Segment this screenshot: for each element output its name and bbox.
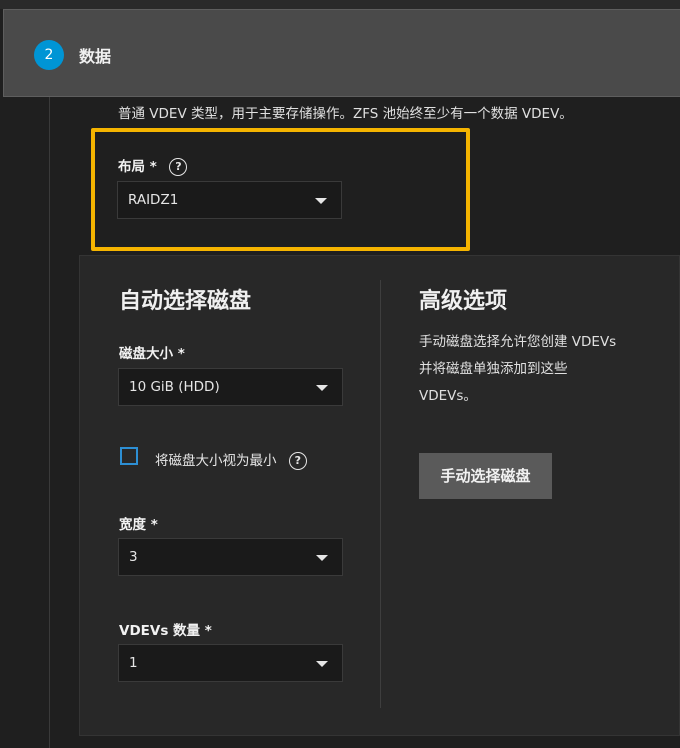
manual-disk-select-button[interactable]: 手动选择磁盘 bbox=[419, 453, 552, 499]
help-icon[interactable]: ? bbox=[288, 452, 307, 470]
width-label: 宽度 * bbox=[119, 517, 158, 533]
step-number-badge: 2 bbox=[34, 40, 64, 70]
layout-label: 布局 * ? bbox=[118, 155, 188, 176]
advanced-text-line: VDEVs。 bbox=[419, 388, 477, 404]
disk-size-label: 磁盘大小 * bbox=[119, 346, 185, 362]
page-top-border bbox=[0, 0, 680, 9]
step-description: 普通 VDEV 类型，用于主要存储操作。ZFS 池始终至少有一个数据 VDEV。 bbox=[118, 106, 573, 122]
advanced-title: 高级选项 bbox=[419, 289, 508, 314]
disk-size-select[interactable]: 10 GiB (HDD) bbox=[118, 368, 343, 406]
chevron-down-icon bbox=[316, 385, 328, 391]
chevron-down-icon bbox=[315, 198, 327, 204]
panel-divider bbox=[380, 280, 381, 708]
treat-min-checkbox[interactable] bbox=[120, 447, 138, 465]
disk-size-select-value: 10 GiB (HDD) bbox=[129, 379, 220, 395]
advanced-text-line: 并将磁盘单独添加到这些 bbox=[419, 361, 568, 377]
width-select[interactable]: 3 bbox=[118, 538, 343, 576]
layout-select-value: RAIDZ1 bbox=[128, 192, 179, 208]
treat-min-label-text: 将磁盘大小视为最小 bbox=[155, 453, 277, 469]
advanced-description: 手动磁盘选择允许您创建 VDEVs 并将磁盘单独添加到这些 VDEVs。 bbox=[419, 329, 659, 410]
chevron-down-icon bbox=[316, 661, 328, 667]
vdev-count-label: VDEVs 数量 * bbox=[119, 623, 212, 639]
treat-min-label: 将磁盘大小视为最小 ? bbox=[155, 449, 307, 470]
step-title: 数据 bbox=[79, 47, 112, 66]
layout-select[interactable]: RAIDZ1 bbox=[117, 181, 342, 219]
vdev-count-select-value: 1 bbox=[129, 655, 138, 671]
vdev-count-select[interactable]: 1 bbox=[118, 644, 343, 682]
step-connector-line bbox=[49, 97, 50, 748]
auto-select-title: 自动选择磁盘 bbox=[119, 289, 252, 314]
layout-label-text: 布局 * bbox=[118, 159, 157, 175]
width-select-value: 3 bbox=[129, 549, 138, 565]
advanced-text-line: 手动磁盘选择允许您创建 VDEVs bbox=[419, 334, 617, 350]
chevron-down-icon bbox=[316, 555, 328, 561]
help-icon[interactable]: ? bbox=[169, 158, 188, 176]
